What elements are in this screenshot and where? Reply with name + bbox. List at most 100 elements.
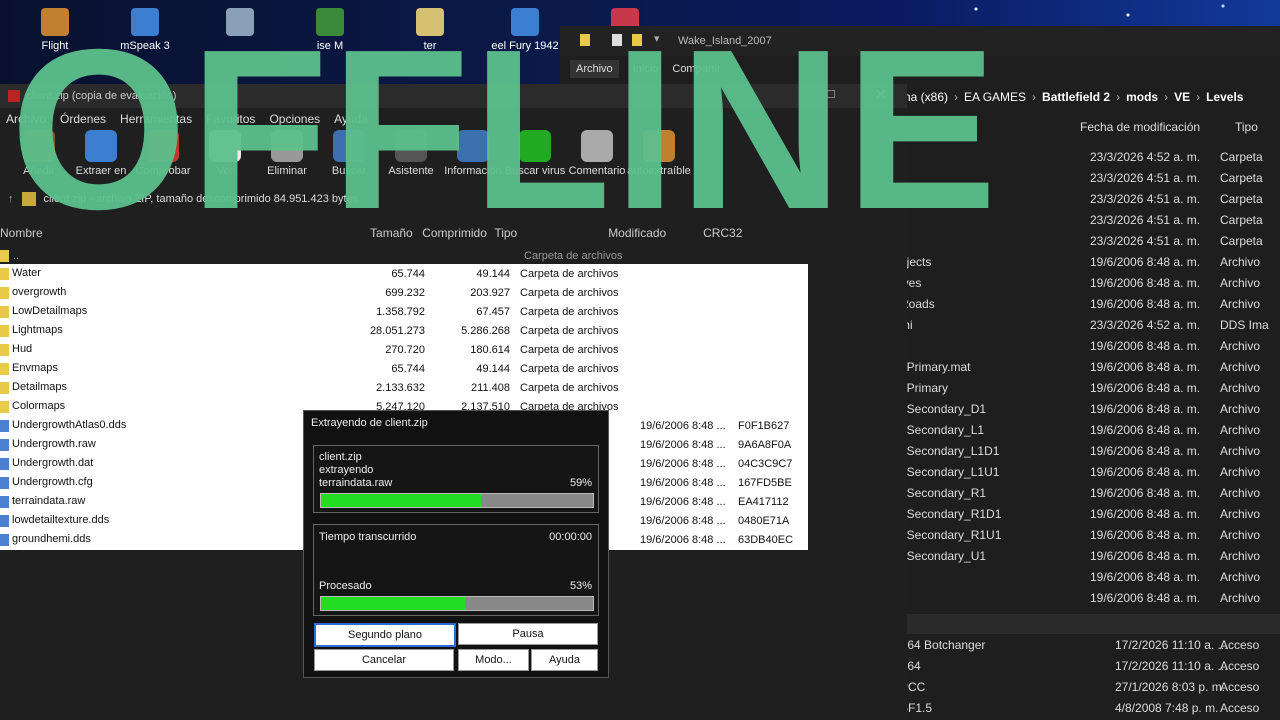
breadcrumb-item[interactable]: Levels [1206,90,1243,104]
breadcrumb-item[interactable]: VE [1174,90,1190,104]
toolbar-button[interactable]: Ver [194,130,256,177]
list-item[interactable]: bjects 19/6/2006 8:48 a. m. Archivo [900,251,1280,272]
breadcrumb-item[interactable]: Battlefield 2 [1042,90,1110,104]
mode-button[interactable]: Modo... [458,649,529,671]
column-header-packed[interactable]: Comprimido [422,226,494,244]
shortcut-label: ter [423,40,437,52]
desktop-shortcut[interactable] [205,8,275,40]
toolbar-button[interactable]: Añadir [8,130,70,177]
tab-compartir[interactable]: Compartir [672,63,720,75]
list-item[interactable]: pSecondary_L1D1 19/6/2006 8:48 a. m. Archi… [900,440,1280,461]
toolbar-button[interactable]: Comprobar [132,130,194,177]
file-name-cell: LowDetailmaps [0,305,350,318]
desktop-shortcut[interactable]: mSpeak 3 [110,8,180,52]
menu-item[interactable]: Favoritos [206,112,255,126]
zip-archive-icon [21,192,36,206]
list-item[interactable]: pSecondary_D1 19/6/2006 8:48 a. m. Archivo [900,398,1280,419]
list-item[interactable]: pSecondary_R1U1 19/6/2006 8:48 a. m. Archi… [900,524,1280,545]
toolbar-button[interactable]: Información [442,130,504,177]
file-progress-fill [321,494,482,507]
table-row[interactable]: overgrowth 699.232 203.927 Carpeta de archi… [0,283,808,302]
list-item[interactable]: pSecondary_U1 19/6/2006 8:48 a. m. Archivo [900,545,1280,566]
background-button[interactable]: Segundo plano [314,623,456,647]
column-header-modified[interactable]: Modificado [608,226,703,244]
desktop-shortcut[interactable]: Flight [20,8,90,52]
toolbar-button[interactable]: Asistente [380,130,442,177]
table-row[interactable]: Water 65.744 49.144 Carpeta de archivos [0,264,808,283]
list-item[interactable]: F64 Botchanger 17/2/2026 11:10 a. ... Acce… [900,634,1280,655]
menu-item[interactable]: Archivo [6,112,46,126]
list-item[interactable]: 23/3/2026 4:51 a. m. Carpeta [900,188,1280,209]
parent-folder-row[interactable]: .. Carpeta de archivos [0,248,622,264]
cancel-button[interactable]: Cancelar [314,649,454,671]
column-header-crc[interactable]: CRC32 [703,226,760,244]
table-row[interactable]: Lightmaps 28.051.273 5.286.268 Carpeta de a… [0,321,808,340]
toolbar-button[interactable]: autoextraíble [627,130,691,177]
list-item[interactable]: 19/6/2006 8:48 a. m. Archivo [900,587,1280,608]
list-item[interactable]: pPrimary 19/6/2006 8:48 a. m. Archivo [900,377,1280,398]
close-icon[interactable]: ✕ [874,85,887,105]
column-header-type[interactable]: Tipo [494,226,608,244]
tab-archivo[interactable]: Archivo [570,60,619,78]
item-date: 23/3/2026 4:52 a. m. [1090,149,1201,164]
list-item[interactable]: 23/3/2026 4:52 a. m. Carpeta [900,146,1280,167]
help-button[interactable]: Ayuda [531,649,598,671]
list-item[interactable]: F64 17/2/2026 11:10 a. ... Acceso [900,655,1280,676]
list-item[interactable]: pSecondary_L1U1 19/6/2006 8:48 a. m. Archi… [900,461,1280,482]
toolbar-button[interactable]: Eliminar [256,130,318,177]
table-row[interactable]: LowDetailmaps 1.358.792 67.457 Carpeta de a… [0,302,808,321]
item-type: Carpeta [1220,233,1263,248]
list-item[interactable]: pSecondary_R1 19/6/2006 8:48 a. m. Archivo [900,482,1280,503]
toolbar-button[interactable]: Extraer en [70,130,132,177]
list-item[interactable]: a19/6/2006 8:48 a. m. Archivo [900,335,1280,356]
list-item[interactable]: PCC 27/1/2026 8:03 p. m. Acceso [900,676,1280,697]
list-item[interactable]: mi23/3/2026 4:52 a. m. DDS Ima [900,314,1280,335]
table-row[interactable]: Detailmaps 2.133.632 211.408 Carpeta de arc… [0,378,808,397]
menu-item[interactable]: Órdenes [60,112,106,126]
item-date: 23/3/2026 4:51 a. m. [1090,170,1201,185]
list-item[interactable]: 19/6/2006 8:48 a. m. Archivo [900,566,1280,587]
toolbar-icon [333,130,365,162]
list-item[interactable]: SF1.5 4/8/2008 7:48 p. m. Acceso [900,697,1280,718]
tab-inicio[interactable]: Inicio [633,63,659,75]
menu-item[interactable]: Opciones [269,112,320,126]
list-item[interactable]: 23/3/2026 4:51 a. m. Carpeta [900,167,1280,188]
column-header-type[interactable]: Tipo [1235,120,1280,134]
folder-icon [580,34,590,46]
list-item[interactable]: Roads 19/6/2006 8:48 a. m. Archivo [900,293,1280,314]
desktop-shortcut[interactable]: ter [395,8,465,52]
list-item[interactable]: ives 19/6/2006 8:48 a. m. Archivo [900,272,1280,293]
toolbar-button[interactable]: Buscar [318,130,380,177]
desktop-shortcut[interactable]: ise M [295,8,365,52]
file-crc: 0480E71A [738,514,790,527]
file-crc: 63DB40EC [738,533,794,546]
toolbar-label: Asistente [388,165,434,177]
list-item[interactable]: 23/3/2026 4:51 a. m. Carpeta [900,209,1280,230]
list-item[interactable]: pSecondary_L1 19/6/2006 8:48 a. m. Archivo [900,419,1280,440]
list-item[interactable]: h23/3/2026 4:51 a. m. Carpeta [900,230,1280,251]
file-icon [0,514,9,527]
column-header-size[interactable]: Tamaño [370,226,422,244]
toolbar-button[interactable]: Comentario [566,130,628,177]
list-item[interactable]: pPrimary.mat 19/6/2006 8:48 a. m. Archivo [900,356,1280,377]
item-type: Archivo [1220,296,1261,311]
desktop-shortcut[interactable]: eel Fury 1942 [490,8,560,52]
breadcrumb-item[interactable]: mods [1126,90,1158,104]
breadcrumb-item[interactable]: EA GAMES [964,90,1026,104]
maximize-icon[interactable]: ☐ [826,88,836,101]
menu-item[interactable]: Herramientas [120,112,192,126]
toolbar-button[interactable]: Buscar virus [504,130,566,177]
pause-button[interactable]: Pausa [458,623,598,645]
list-item[interactable]: pSecondary_R1D1 19/6/2006 8:48 a. m. Archi… [900,503,1280,524]
chevron-down-icon[interactable]: ▾ [654,32,660,45]
item-date: 19/6/2006 8:48 a. m. [1090,359,1201,374]
column-header-name[interactable]: Nombre [0,226,370,244]
up-arrow-icon[interactable]: ↑ [8,193,14,205]
column-header-modified[interactable]: Fecha de modificación [1080,120,1235,134]
file-type: Carpeta de archivos [520,305,619,318]
menu-item[interactable]: Ayuda [334,112,368,126]
table-row[interactable]: Envmaps 65.744 49.144 Carpeta de archivos [0,359,808,378]
file-modified: 19/6/2006 8:48 ... [640,514,726,527]
item-date: 23/3/2026 4:52 a. m. [1090,317,1201,332]
table-row[interactable]: Hud 270.720 180.614 Carpeta de archivos [0,340,808,359]
